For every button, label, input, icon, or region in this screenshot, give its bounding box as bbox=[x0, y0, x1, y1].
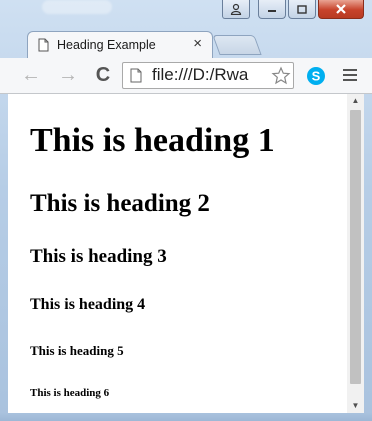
heading-2: This is heading 2 bbox=[30, 190, 210, 217]
browser-toolbar: ← → C file:///D:/Rwa S bbox=[0, 58, 372, 94]
close-icon bbox=[336, 4, 346, 14]
heading-6: This is heading 6 bbox=[30, 387, 110, 399]
heading-4: This is heading 4 bbox=[30, 296, 146, 313]
close-window-button[interactable] bbox=[318, 0, 364, 19]
user-icon bbox=[230, 3, 242, 15]
menu-icon-bar bbox=[343, 69, 357, 71]
page-viewport: This is heading 1 This is heading 2 This… bbox=[8, 94, 364, 413]
new-tab-button[interactable] bbox=[212, 35, 262, 55]
page-content: This is heading 1 This is heading 2 This… bbox=[8, 94, 344, 413]
menu-button[interactable] bbox=[343, 69, 357, 83]
file-page-icon bbox=[130, 68, 142, 83]
user-profile-button[interactable] bbox=[222, 0, 250, 19]
maximize-button[interactable] bbox=[288, 0, 316, 19]
browser-window: Heading Example × ← → C file:///D:/Rwa S bbox=[0, 0, 372, 421]
skype-icon[interactable]: S bbox=[306, 66, 326, 86]
bookmark-star-icon[interactable] bbox=[271, 66, 291, 86]
minimize-icon bbox=[268, 10, 276, 12]
heading-1: This is heading 1 bbox=[30, 122, 275, 159]
scroll-up-button[interactable]: ▲ bbox=[347, 94, 364, 108]
tab-close-button[interactable]: × bbox=[193, 35, 202, 52]
svg-text:S: S bbox=[312, 69, 321, 84]
page-icon bbox=[38, 38, 49, 52]
reload-button[interactable]: C bbox=[92, 65, 114, 85]
address-bar[interactable]: file:///D:/Rwa bbox=[122, 62, 294, 89]
window-caption-buttons bbox=[222, 0, 364, 20]
tab-title: Heading Example bbox=[57, 38, 156, 52]
menu-icon-bar bbox=[343, 79, 357, 81]
back-button[interactable]: ← bbox=[20, 65, 42, 85]
forward-button[interactable]: → bbox=[57, 65, 79, 85]
scroll-down-button[interactable]: ▼ bbox=[347, 399, 364, 413]
window-title-ghost bbox=[42, 0, 112, 14]
maximize-icon bbox=[297, 4, 307, 14]
address-text: file:///D:/Rwa bbox=[152, 65, 249, 84]
vertical-scrollbar[interactable]: ▲ ▼ bbox=[347, 94, 364, 413]
tab-heading-example[interactable]: Heading Example × bbox=[27, 31, 213, 58]
tab-strip: Heading Example × bbox=[0, 22, 372, 58]
scrollbar-thumb[interactable] bbox=[350, 110, 361, 384]
window-bottom-frame bbox=[0, 413, 372, 421]
heading-3: This is heading 3 bbox=[30, 246, 167, 267]
menu-icon-bar bbox=[343, 74, 357, 76]
minimize-button[interactable] bbox=[258, 0, 286, 19]
heading-5: This is heading 5 bbox=[30, 343, 124, 358]
